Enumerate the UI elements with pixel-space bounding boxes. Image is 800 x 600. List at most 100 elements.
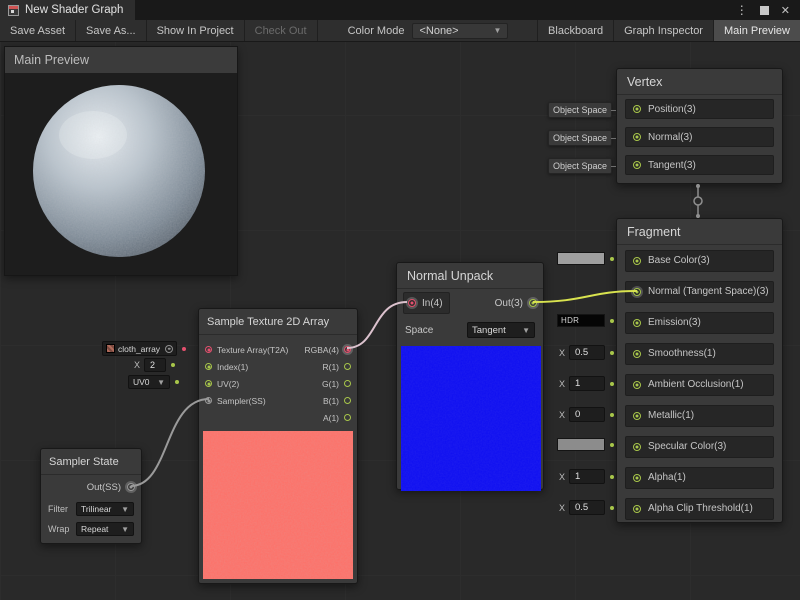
smoothness-field[interactable]: X0.5	[559, 345, 614, 360]
uv-port[interactable]	[205, 380, 212, 387]
texture-name: cloth_array	[118, 344, 160, 354]
chevron-down-icon: ▼	[157, 378, 165, 387]
chevron-down-icon: ▼	[494, 26, 502, 35]
close-icon[interactable]: ✕	[781, 4, 790, 17]
metallic-port[interactable]	[633, 412, 641, 420]
tab-new-shader-graph[interactable]: New Shader Graph	[0, 0, 135, 20]
b-output-port[interactable]	[344, 397, 351, 404]
normal-space-label: Object Space	[553, 133, 607, 143]
space-dropdown[interactable]: Tangent ▼	[467, 322, 535, 338]
r-label: R(1)	[322, 362, 339, 372]
normal-input-port[interactable]	[633, 133, 641, 141]
normal-unpack-node[interactable]: Normal Unpack In(4) Out(3) Space Tangent…	[396, 262, 544, 490]
uv-channel-dropdown[interactable]: UV0 ▼	[128, 375, 179, 389]
smoothness-port[interactable]	[633, 350, 641, 358]
color-mode-dropdown[interactable]: <None> ▼	[412, 23, 508, 39]
alpha-clip-slot: Alpha Clip Threshold(1)	[625, 498, 774, 520]
object-picker-icon[interactable]	[165, 345, 173, 353]
fragment-node[interactable]: Fragment Base Color(3) Normal (Tangent S…	[616, 218, 783, 523]
main-preview-toggle[interactable]: Main Preview	[713, 20, 800, 41]
check-out-button[interactable]: Check Out	[245, 20, 318, 41]
axis-label: X	[559, 410, 565, 420]
alpha-clip-port[interactable]	[633, 505, 641, 513]
float-input[interactable]: 1	[569, 469, 605, 484]
out-port[interactable]	[529, 299, 537, 307]
float-input[interactable]: 0.5	[569, 345, 605, 360]
row-sampler: Sampler(SS) B(1)	[199, 392, 357, 409]
space-row: Space Tangent ▼	[397, 317, 543, 343]
alpha-field[interactable]: X1	[559, 469, 614, 484]
save-asset-button[interactable]: Save Asset	[0, 20, 76, 41]
emission-port[interactable]	[633, 319, 641, 327]
tangent-label: Tangent(3)	[648, 160, 696, 171]
alpha-clip-field[interactable]: X0.5	[559, 500, 614, 515]
g-label: G(1)	[322, 379, 339, 389]
index-input[interactable]: 2	[144, 358, 166, 372]
kebab-menu-icon[interactable]: ⋮	[736, 3, 748, 17]
specular-color-port[interactable]	[633, 443, 641, 451]
position-space-dropdown[interactable]: Object Space	[548, 102, 612, 118]
blackboard-toggle[interactable]: Blackboard	[537, 20, 613, 41]
texture-icon	[106, 344, 115, 353]
texture-array-label: Texture Array(T2A)	[217, 345, 288, 355]
tangent-space-dropdown[interactable]: Object Space	[548, 158, 612, 174]
out-ss-label: Out(SS)	[87, 482, 121, 493]
save-as-button[interactable]: Save As...	[76, 20, 147, 41]
graph-inspector-toggle[interactable]: Graph Inspector	[613, 20, 713, 41]
in-port[interactable]	[408, 299, 416, 307]
show-in-project-button[interactable]: Show In Project	[147, 20, 245, 41]
sampler-state-node[interactable]: Sampler State Out(SS) Filter Trilinear ▼…	[40, 448, 142, 544]
main-preview-viewport[interactable]	[5, 73, 237, 275]
normal-ts-port[interactable]	[633, 288, 641, 296]
filter-row: Filter Trilinear ▼	[41, 499, 141, 519]
a-label: A(1)	[323, 413, 339, 423]
texture-array-port[interactable]	[205, 346, 212, 353]
vertex-node[interactable]: Vertex Position(3) Normal(3) Tangent(3)	[616, 68, 783, 184]
main-preview-header[interactable]: Main Preview	[5, 47, 237, 73]
normal-space-dropdown[interactable]: Object Space	[548, 130, 612, 146]
metallic-field[interactable]: X0	[559, 407, 614, 422]
a-output-port[interactable]	[344, 414, 351, 421]
sample-texture-2d-array-node[interactable]: Sample Texture 2D Array Texture Array(T2…	[198, 308, 358, 584]
hdr-color-swatch: HDR	[557, 314, 605, 327]
float-input[interactable]: 0	[569, 407, 605, 422]
maximize-icon[interactable]	[760, 6, 769, 15]
float-input[interactable]: 1	[569, 376, 605, 391]
index-port[interactable]	[205, 363, 212, 370]
ambient-occlusion-field[interactable]: X1	[559, 376, 614, 391]
base-color-field[interactable]	[557, 252, 614, 265]
shader-graph-icon	[8, 5, 19, 16]
rgba-output-port[interactable]	[344, 346, 351, 353]
float-input[interactable]: 0.5	[569, 500, 605, 515]
tangent-input-port[interactable]	[633, 161, 641, 169]
index-label: Index(1)	[217, 362, 248, 372]
wrap-dropdown[interactable]: Repeat ▼	[76, 522, 134, 536]
g-output-port[interactable]	[344, 380, 351, 387]
emission-slot: Emission(3)	[625, 312, 774, 334]
alpha-label: Alpha(1)	[648, 472, 686, 483]
window-controls: ⋮ ✕	[736, 3, 800, 17]
index-field[interactable]: X 2	[134, 358, 175, 372]
tangent-space-label: Object Space	[553, 161, 607, 171]
specular-color-field[interactable]	[557, 438, 614, 451]
base-color-port[interactable]	[633, 257, 641, 265]
filter-dropdown[interactable]: Trilinear ▼	[76, 502, 134, 516]
position-input-port[interactable]	[633, 105, 641, 113]
ambient-occlusion-port[interactable]	[633, 381, 641, 389]
normal-slot: Normal(3)	[625, 127, 774, 147]
r-output-port[interactable]	[344, 363, 351, 370]
sampler-port[interactable]	[205, 397, 212, 404]
base-color-label: Base Color(3)	[648, 255, 710, 266]
alpha-port[interactable]	[633, 474, 641, 482]
hdr-label: HDR	[561, 316, 579, 325]
uv-channel-value: UV0	[133, 377, 150, 387]
emission-hdr-field[interactable]: HDR	[557, 314, 614, 327]
wrap-row: Wrap Repeat ▼	[41, 519, 141, 539]
texture-array-object-field[interactable]: cloth_array	[102, 341, 186, 356]
in-slot: In(4)	[403, 292, 450, 314]
uv-label: UV(2)	[217, 379, 239, 389]
alpha-clip-label: Alpha Clip Threshold(1)	[648, 503, 753, 514]
tab-title: New Shader Graph	[25, 4, 123, 16]
vertex-fragment-link	[694, 184, 702, 218]
out-ss-port[interactable]	[127, 483, 135, 491]
